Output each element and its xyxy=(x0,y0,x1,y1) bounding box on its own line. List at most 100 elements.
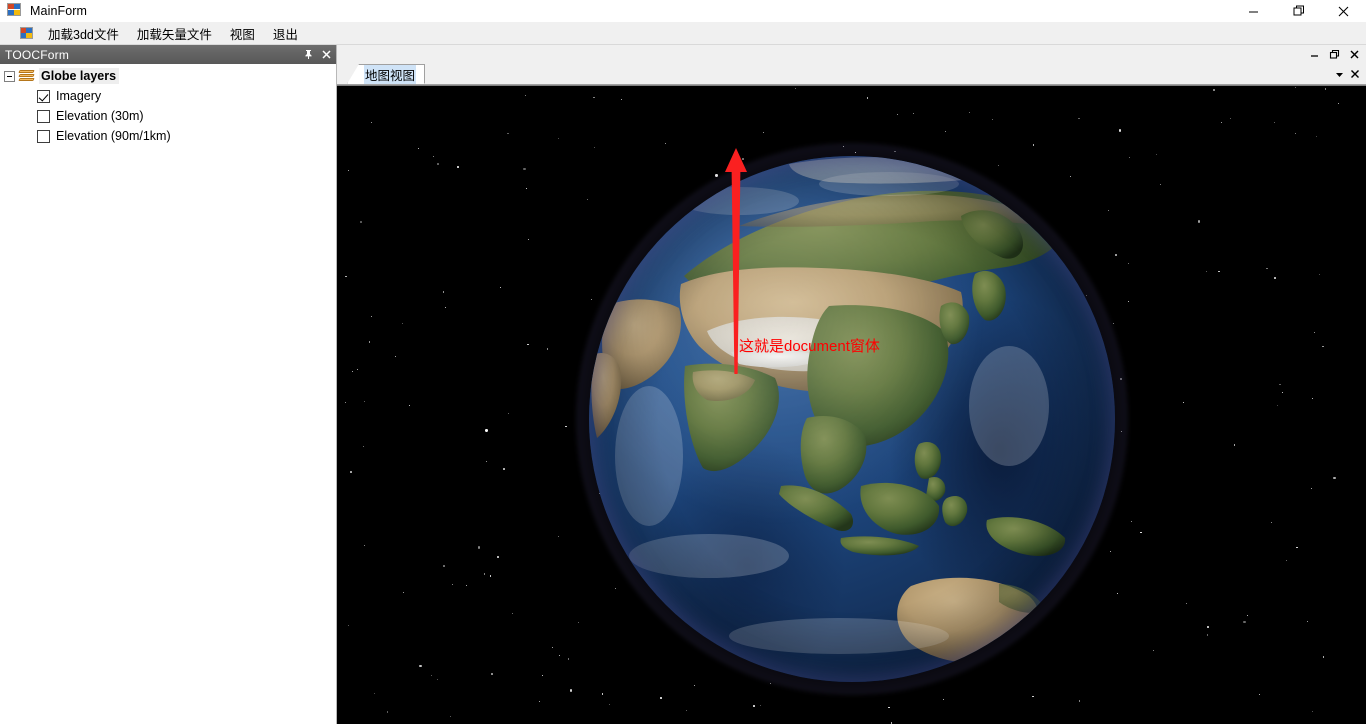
star xyxy=(465,584,467,586)
star xyxy=(523,167,526,171)
layer-checkbox-elevation-30m[interactable] xyxy=(37,109,50,123)
star xyxy=(511,612,513,614)
star xyxy=(442,291,444,293)
toc-panel-header: TOOCForm xyxy=(0,45,336,64)
menu-item-exit[interactable]: 退出 xyxy=(264,22,307,45)
star xyxy=(586,198,588,200)
star xyxy=(577,621,580,624)
star xyxy=(1182,401,1184,403)
star xyxy=(386,711,389,713)
collapse-toggle-icon[interactable] xyxy=(4,70,15,82)
mdi-minimize-button[interactable] xyxy=(1304,46,1324,63)
star xyxy=(351,370,354,373)
star xyxy=(1117,592,1119,594)
star xyxy=(1312,397,1314,399)
star xyxy=(1296,546,1299,549)
star xyxy=(364,544,366,546)
star xyxy=(1185,603,1187,605)
star xyxy=(660,697,662,700)
star xyxy=(1118,129,1121,132)
star xyxy=(1307,621,1309,623)
tree-node-globe-layers[interactable]: Globe layers xyxy=(0,66,336,86)
star xyxy=(347,169,350,171)
menu-item-load-vector[interactable]: 加载矢量文件 xyxy=(128,22,221,45)
star xyxy=(417,148,419,150)
star xyxy=(991,118,993,120)
star xyxy=(593,97,595,99)
layer-label-elevation-90m: Elevation (90m/1km) xyxy=(56,129,171,143)
star xyxy=(1295,133,1297,135)
earth-globe[interactable] xyxy=(576,143,1128,695)
layer-tree[interactable]: Globe layers Imagery Elevation (30m) Ele… xyxy=(0,64,336,724)
star xyxy=(552,646,554,648)
star xyxy=(444,306,446,308)
star xyxy=(394,355,397,357)
star xyxy=(913,113,915,115)
star xyxy=(360,220,362,223)
tab-close-icon[interactable] xyxy=(1347,65,1363,83)
star xyxy=(1233,443,1236,446)
star xyxy=(1324,87,1327,90)
toc-panel: TOOCForm Globe layers Imagery Elevation … xyxy=(0,45,337,724)
star xyxy=(686,709,688,711)
star xyxy=(593,146,595,149)
menu-app-icon xyxy=(20,27,33,39)
star xyxy=(507,413,509,415)
star xyxy=(794,88,796,90)
star xyxy=(345,401,347,403)
star xyxy=(1033,144,1035,146)
pin-icon[interactable] xyxy=(300,46,316,63)
mdi-child-titlebar xyxy=(337,45,1366,64)
tab-map-view-label: 地图视图 xyxy=(364,64,417,84)
main-window: MainForm 加载3dd文件 加载矢量文件 视图 退出 TOOCForm G… xyxy=(0,0,1366,724)
star xyxy=(558,654,560,656)
workspace: TOOCForm Globe layers Imagery Elevation … xyxy=(0,45,1366,724)
star xyxy=(557,535,559,537)
star xyxy=(1221,122,1223,124)
star xyxy=(890,722,892,724)
star xyxy=(345,275,347,278)
layer-label-imagery: Imagery xyxy=(56,89,102,103)
star xyxy=(403,591,405,593)
star xyxy=(1285,560,1288,562)
minimize-button[interactable] xyxy=(1231,0,1276,22)
close-button[interactable] xyxy=(1321,0,1366,22)
star xyxy=(1206,633,1209,636)
star xyxy=(888,707,890,709)
star xyxy=(436,678,439,681)
close-icon[interactable] xyxy=(318,46,334,63)
star xyxy=(401,323,403,325)
mdi-close-button[interactable] xyxy=(1344,46,1364,63)
maximize-restore-button[interactable] xyxy=(1276,0,1321,22)
star xyxy=(1243,620,1246,624)
star xyxy=(1128,156,1131,158)
menu-item-load-3dd[interactable]: 加载3dd文件 xyxy=(39,22,128,45)
layer-checkbox-elevation-90m[interactable] xyxy=(37,129,50,143)
star xyxy=(665,142,667,144)
layer-checkbox-imagery[interactable] xyxy=(37,89,50,103)
star xyxy=(363,401,365,403)
menu-grip xyxy=(0,22,14,45)
star xyxy=(1315,135,1318,137)
star xyxy=(1246,614,1248,616)
document-tab-strip: 地图视图 xyxy=(337,64,1366,85)
star xyxy=(1230,117,1232,120)
star xyxy=(409,405,411,407)
star xyxy=(1323,656,1325,658)
tab-strip-controls xyxy=(1331,64,1366,84)
star xyxy=(1077,117,1080,120)
star xyxy=(525,94,527,96)
menu-item-view[interactable]: 视图 xyxy=(221,22,264,45)
tab-map-view[interactable]: 地图视图 xyxy=(347,64,426,84)
star xyxy=(1311,711,1313,713)
star xyxy=(565,425,567,427)
layer-item-elevation-90m[interactable]: Elevation (90m/1km) xyxy=(0,126,336,146)
layer-item-imagery[interactable]: Imagery xyxy=(0,86,336,106)
chevron-down-icon[interactable] xyxy=(1331,65,1347,83)
map-view-canvas[interactable]: 这就是document窗体 xyxy=(337,85,1366,724)
mdi-restore-button[interactable] xyxy=(1324,46,1344,63)
star xyxy=(507,132,509,135)
star xyxy=(1277,404,1279,407)
layer-item-elevation-30m[interactable]: Elevation (30m) xyxy=(0,106,336,126)
mdi-container: 地图视图 这就是document窗体 xyxy=(337,45,1366,724)
